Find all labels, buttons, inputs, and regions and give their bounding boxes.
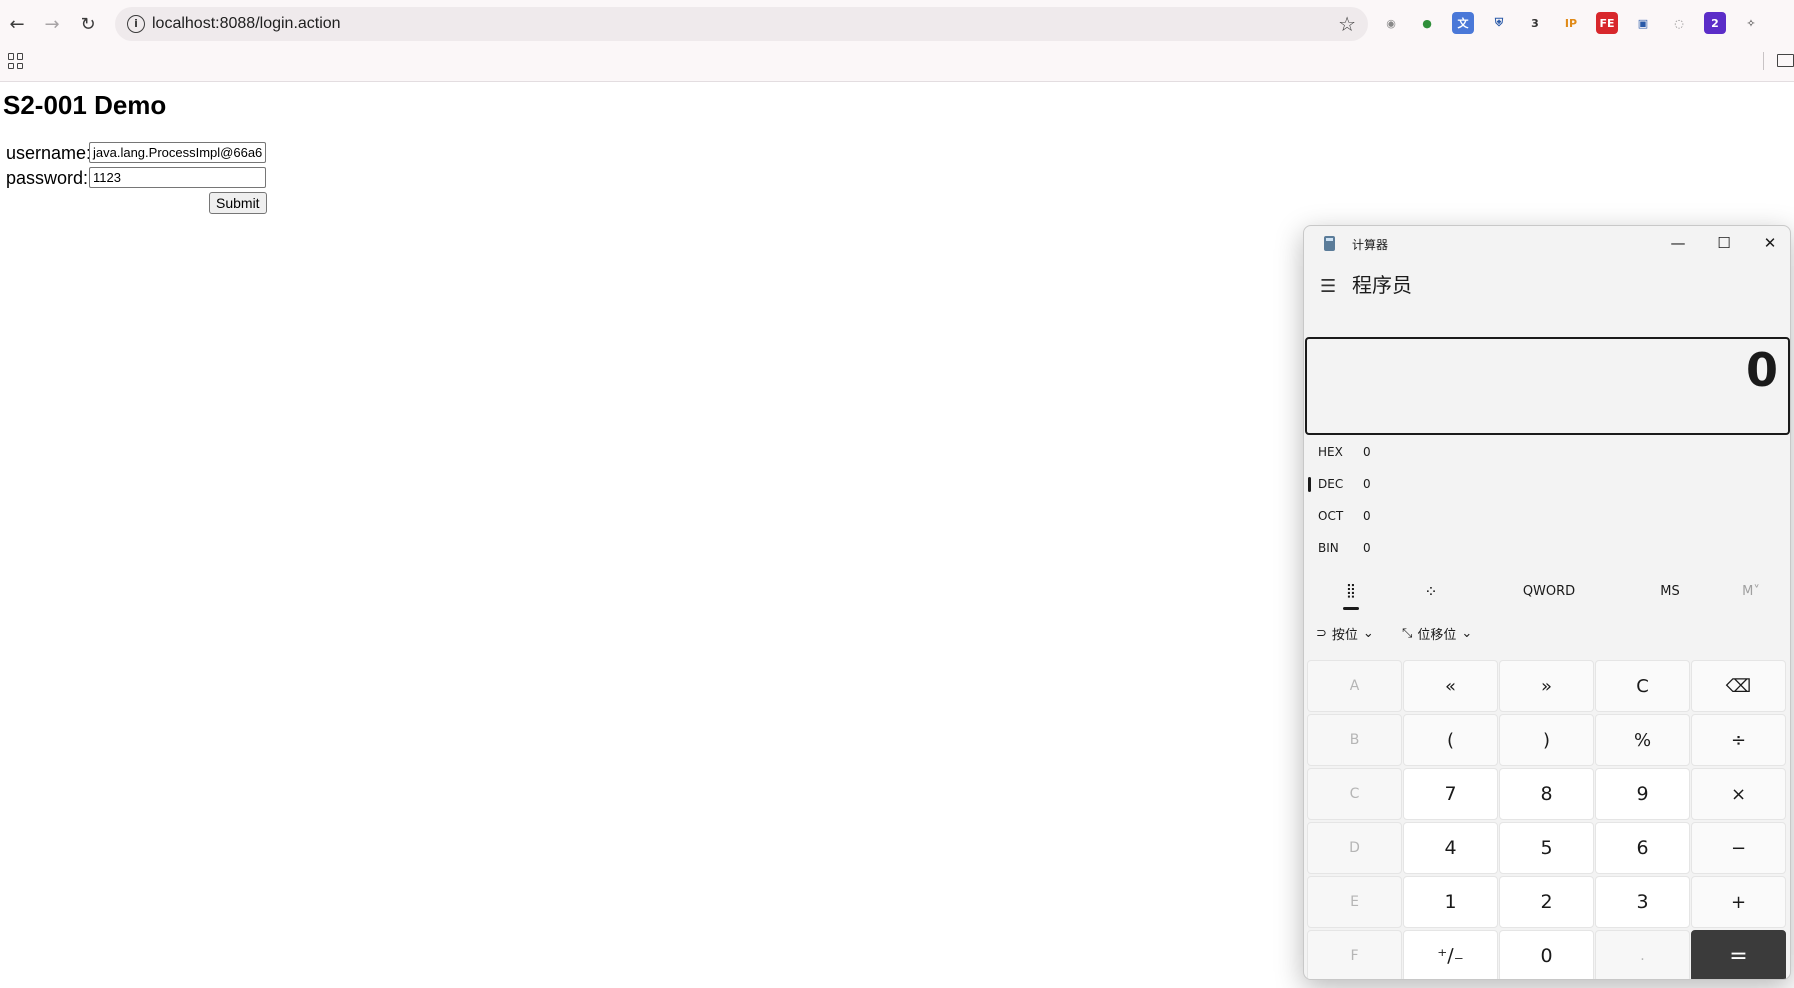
save-icon[interactable]: ▣ [1632, 12, 1654, 34]
globe-green-icon[interactable]: ● [1416, 12, 1438, 34]
word-size-button[interactable]: QWORD [1509, 576, 1589, 606]
ip-icon[interactable]: IP [1560, 12, 1582, 34]
plus-icon[interactable]: + [1691, 876, 1786, 928]
memory-dropdown-button[interactable]: M˅ [1726, 576, 1776, 606]
key-0[interactable]: 0 [1499, 930, 1594, 979]
key-d[interactable]: D [1307, 822, 1402, 874]
puzzle-3-icon[interactable]: 3 [1524, 12, 1546, 34]
key-percent[interactable]: % [1595, 714, 1690, 766]
key-5[interactable]: 5 [1499, 822, 1594, 874]
display-value: 0 [1745, 343, 1778, 397]
bit-toggle-tab-icon[interactable]: ⁘ [1411, 576, 1451, 606]
minimize-button[interactable]: — [1655, 228, 1701, 258]
key-1[interactable]: 1 [1403, 876, 1498, 928]
backspace-icon[interactable]: ⌫ [1691, 660, 1786, 712]
apps-grid-icon[interactable] [8, 53, 24, 69]
radix-hex-row[interactable]: HEX 0 [1304, 440, 1604, 464]
multiply-icon[interactable]: × [1691, 768, 1786, 820]
calculator-app-icon [1324, 236, 1335, 251]
maximize-button[interactable]: ☐ [1701, 228, 1747, 258]
calculator-titlebar[interactable]: 计算器 — ☐ ✕ [1304, 226, 1790, 260]
password-field[interactable]: 1123 [89, 167, 266, 188]
radix-bin-row[interactable]: BIN 0 [1304, 536, 1604, 560]
calculator-keypad: A «» C ⌫ B()% ÷ C 7 8 9 × D 4 5 6− E 1 2 3 + F ⁺∕₋ 0. = [1307, 660, 1790, 979]
key-e[interactable]: E [1307, 876, 1402, 928]
radix-value: 0 [1363, 541, 1371, 555]
key-right-shift[interactable]: » [1499, 660, 1594, 712]
reload-icon[interactable]: ↻ [73, 9, 103, 39]
radix-label: HEX [1318, 445, 1343, 459]
bitwise-dropdown[interactable]: ⊃ 按位 ⌄ [1316, 624, 1374, 643]
address-url[interactable]: localhost:8088/login.action [152, 15, 341, 33]
browser-toolbar: ← → ↻ i localhost:8088/login.action ☆ ◉ ●… [0, 0, 1794, 82]
key-9[interactable]: 9 [1595, 768, 1690, 820]
bitshift-dropdown[interactable]: ⤡ 位移位 ⌄ [1402, 624, 1472, 643]
key-8[interactable]: 8 [1499, 768, 1594, 820]
key-2[interactable]: 2 [1499, 876, 1594, 928]
calculator-window: 计算器 — ☐ ✕ ☰ 程序员 0 HEX 0 DEC 0 OCT 0 BIN … [1303, 225, 1791, 980]
key-decimal[interactable]: . [1595, 930, 1690, 979]
radix-dec-row[interactable]: DEC 0 [1304, 472, 1604, 496]
forward-arrow-icon[interactable]: → [37, 9, 67, 39]
fe-icon[interactable]: FE [1596, 12, 1618, 34]
radix-label: OCT [1318, 509, 1344, 523]
selected-indicator [1308, 477, 1311, 492]
submit-button[interactable]: Submit [209, 192, 267, 214]
password-label: password: [6, 168, 89, 188]
full-keypad-tab-icon[interactable]: ⣿ [1331, 576, 1371, 606]
chat-icon[interactable]: ◌ [1668, 12, 1690, 34]
key-close-paren[interactable]: ) [1499, 714, 1594, 766]
translate-icon[interactable]: 文 [1452, 12, 1474, 34]
radix-label: DEC [1318, 477, 1344, 491]
key-open-paren[interactable]: ( [1403, 714, 1498, 766]
site-info-icon[interactable]: i [127, 15, 145, 33]
bookmarks-divider [1763, 52, 1764, 70]
chevron-down-icon: ⌄ [1461, 626, 1473, 641]
window-title: 计算器 [1352, 238, 1389, 252]
username-field[interactable]: java.lang.ProcessImpl@66a6 [89, 142, 266, 163]
equals-button[interactable]: = [1691, 930, 1786, 979]
bitwise-gate-icon: ⊃ [1316, 626, 1327, 641]
active-tab-underline [1343, 607, 1359, 610]
username-label: username: [6, 143, 92, 163]
bookmark-folder-icon[interactable] [1777, 54, 1794, 67]
divide-icon[interactable]: ÷ [1691, 714, 1786, 766]
key-3[interactable]: 3 [1595, 876, 1690, 928]
mode-title: 程序员 [1352, 273, 1412, 297]
key-a[interactable]: A [1307, 660, 1402, 712]
key-4[interactable]: 4 [1403, 822, 1498, 874]
address-bar[interactable]: i localhost:8088/login.action ☆ [115, 7, 1368, 41]
close-button[interactable]: ✕ [1747, 228, 1790, 258]
bitwise-label: 按位 [1331, 628, 1358, 643]
shield-icon[interactable]: ⛨ [1488, 12, 1510, 34]
key-6[interactable]: 6 [1595, 822, 1690, 874]
key-f[interactable]: F [1307, 930, 1402, 979]
bitshift-icon: ⤡ [1402, 626, 1413, 641]
memory-store-button[interactable]: MS [1640, 576, 1700, 606]
radix-value: 0 [1363, 445, 1371, 459]
key-b[interactable]: B [1307, 714, 1402, 766]
profile-badge-icon[interactable]: 2 [1704, 12, 1726, 34]
result-display: 0 [1305, 337, 1790, 435]
key-clear[interactable]: C [1595, 660, 1690, 712]
radix-value: 0 [1363, 509, 1371, 523]
chevron-down-icon: ⌄ [1362, 626, 1374, 641]
page-title: S2-001 Demo [3, 90, 167, 120]
radix-oct-row[interactable]: OCT 0 [1304, 504, 1604, 528]
key-7[interactable]: 7 [1403, 768, 1498, 820]
record-icon[interactable]: ◉ [1380, 12, 1402, 34]
back-arrow-icon[interactable]: ← [2, 9, 32, 39]
minus-icon[interactable]: − [1691, 822, 1786, 874]
extensions-icon[interactable]: ✧ [1740, 12, 1762, 34]
radix-label: BIN [1318, 541, 1339, 555]
hamburger-menu-icon[interactable]: ☰ [1320, 276, 1338, 297]
key-negate[interactable]: ⁺∕₋ [1403, 930, 1498, 979]
radix-value: 0 [1363, 477, 1371, 491]
bookmark-star-icon[interactable]: ☆ [1338, 12, 1356, 36]
bitshift-label: 位移位 [1417, 628, 1457, 643]
key-c[interactable]: C [1307, 768, 1402, 820]
key-left-shift[interactable]: « [1403, 660, 1498, 712]
